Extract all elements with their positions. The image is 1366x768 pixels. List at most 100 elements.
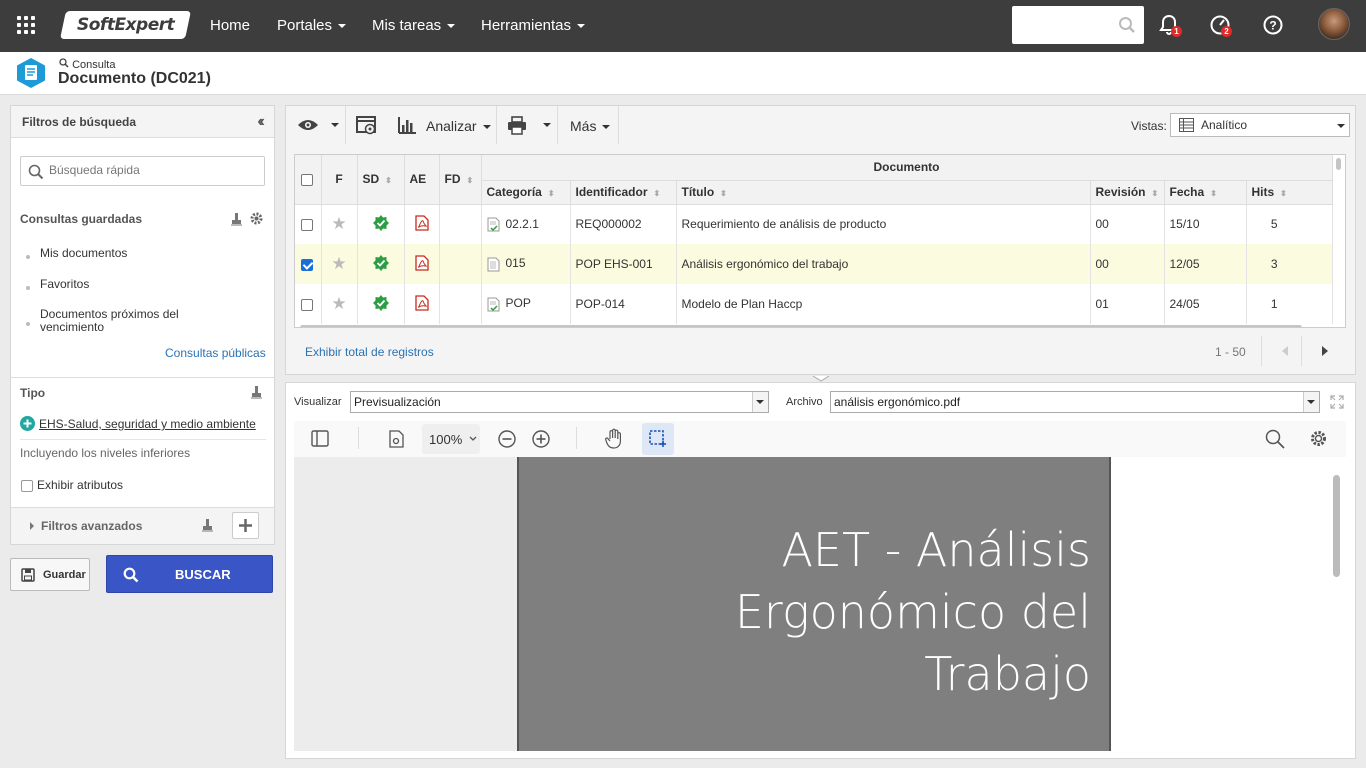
user-avatar[interactable] <box>1318 8 1350 40</box>
pdf-page-title: AET - Análisis Ergonómico del Trabajo <box>735 519 1091 705</box>
softexpert-logo[interactable]: SoftExpert <box>60 11 191 39</box>
selection-box-icon <box>649 430 666 447</box>
column-header-hits[interactable]: Hits ⬍ <box>1246 180 1333 205</box>
zoom-out-icon[interactable] <box>497 429 517 449</box>
star-icon[interactable]: ★ <box>331 294 346 313</box>
help-button[interactable]: ? <box>1262 14 1284 39</box>
sort-icon: ⬍ <box>1151 189 1159 198</box>
column-header-titulo[interactable]: Título ⬍ <box>676 180 1091 205</box>
printer-icon[interactable] <box>507 116 527 135</box>
save-button[interactable]: Guardar <box>10 558 90 591</box>
column-header-revision[interactable]: Revisión ⬍ <box>1090 180 1165 205</box>
column-header-identificador[interactable]: Identificador ⬍ <box>570 180 677 205</box>
settings-gear-icon[interactable] <box>1309 429 1328 448</box>
tasks-button[interactable]: 2 <box>1209 14 1232 39</box>
analyze-menu[interactable]: Analizar <box>426 118 491 134</box>
bar-chart-icon <box>398 117 416 134</box>
star-icon[interactable]: ★ <box>331 214 346 233</box>
table-row[interactable]: ★ 02.2.1 REQ000002 Requerimiento de anál… <box>295 204 1333 244</box>
pdf-viewer-canvas[interactable]: AET - Análisis Ergonómico del Trabajo <box>294 457 1346 751</box>
pdf-vertical-scrollbar[interactable] <box>1333 475 1340 577</box>
identifier-cell: POP-014 <box>570 284 677 324</box>
nav-mis-tareas[interactable]: Mis tareas <box>372 17 456 34</box>
revision-cell: 00 <box>1090 244 1165 284</box>
search-label: BUSCAR <box>175 567 231 582</box>
table-header-row: F SD ⬍ AE FD ⬍ Documento <box>295 155 1333 205</box>
row-select-cell <box>295 244 322 284</box>
verified-badge-icon <box>372 254 389 271</box>
toolbar-divider <box>496 106 497 144</box>
sort-icon: ⬍ <box>720 189 727 198</box>
quick-search-input[interactable] <box>20 156 265 186</box>
column-header-sd[interactable]: SD ⬍ <box>357 155 405 205</box>
select-all-checkbox[interactable] <box>301 174 313 187</box>
view-mode-select[interactable]: Previsualización <box>350 391 769 413</box>
more-menu[interactable]: Más <box>570 118 611 134</box>
show-total-records-link[interactable]: Exhibir total de registros <box>305 345 434 359</box>
next-page-button[interactable] <box>1301 336 1347 366</box>
identifier-cell: REQ000002 <box>570 204 677 244</box>
search-button[interactable]: BUSCAR <box>106 555 273 593</box>
file-select[interactable]: análisis ergonómico.pdf <box>830 391 1320 413</box>
row-checkbox[interactable] <box>301 219 313 232</box>
eye-icon[interactable] <box>297 118 319 132</box>
table-horizontal-scrollbar[interactable] <box>300 325 1302 327</box>
row-checkbox[interactable] <box>301 298 313 311</box>
preview-window-icon[interactable] <box>356 116 378 136</box>
pdf-file-icon[interactable] <box>414 294 429 311</box>
star-icon[interactable]: ★ <box>331 254 346 273</box>
add-filter-button[interactable] <box>232 512 259 539</box>
sidebar-toggle-icon[interactable] <box>311 430 329 447</box>
select-tool-button[interactable] <box>642 423 674 455</box>
hand-tool-icon[interactable] <box>605 428 623 449</box>
advanced-filters-row[interactable]: Filtros avanzados <box>11 508 274 544</box>
table-row[interactable]: ★ 015 POP EHS-001 Análisis ergonómico de… <box>295 244 1333 284</box>
column-header-f[interactable]: F <box>321 155 358 205</box>
more-label: Más <box>570 118 597 134</box>
saved-query-proximos-vencimiento[interactable]: Documentos próximos del vencimiento <box>40 308 210 334</box>
filters-title: Filtros de búsqueda <box>22 115 137 129</box>
file-label: Archivo <box>786 396 823 408</box>
chevron-down-icon[interactable] <box>543 123 551 127</box>
search-icon[interactable] <box>1118 16 1136 34</box>
analyze-label: Analizar <box>426 118 477 134</box>
pdf-file-icon[interactable] <box>414 254 429 271</box>
column-header-categoria[interactable]: Categoría ⬍ <box>481 180 571 205</box>
search-icon[interactable] <box>1265 429 1285 449</box>
global-search-input[interactable] <box>1012 6 1144 44</box>
zoom-in-icon[interactable] <box>531 429 551 449</box>
search-icon <box>28 164 44 180</box>
show-attributes-checkbox[interactable] <box>21 480 33 492</box>
clear-icon[interactable] <box>201 518 215 532</box>
row-checkbox[interactable] <box>301 258 313 271</box>
clear-icon[interactable] <box>250 385 264 399</box>
sort-icon: ⬍ <box>1280 189 1287 198</box>
tipo-value-link[interactable]: EHS-Salud, seguridad y medio ambiente <box>39 418 256 431</box>
pdf-file-icon[interactable] <box>414 215 429 231</box>
nav-home[interactable]: Home <box>210 17 250 34</box>
views-select[interactable]: Analítico <box>1170 113 1350 137</box>
table-row[interactable]: ★ POP POP-014 Modelo de Plan Haccp 01 24… <box>295 284 1333 324</box>
expand-icon[interactable] <box>1330 395 1344 409</box>
gear-icon[interactable] <box>249 211 264 226</box>
saved-query-mis-documentos[interactable]: Mis documentos <box>40 247 127 260</box>
zoom-select[interactable]: 100% <box>422 424 480 454</box>
column-header-fecha[interactable]: Fecha ⬍ <box>1164 180 1247 205</box>
revision-cell: 00 <box>1090 204 1165 244</box>
apps-grid-icon[interactable] <box>17 16 35 34</box>
saved-query-favoritos[interactable]: Favoritos <box>40 278 89 291</box>
chevron-down-icon[interactable] <box>331 123 339 127</box>
notifications-button[interactable]: 1 <box>1159 14 1182 39</box>
column-header-fd[interactable]: FD ⬍ <box>439 155 482 205</box>
add-circle-icon[interactable] <box>20 416 35 431</box>
nav-herramientas[interactable]: Herramientas <box>481 17 586 34</box>
sort-icon: ⬍ <box>1210 189 1217 198</box>
nav-portales[interactable]: Portales <box>277 17 347 34</box>
quick-search-field[interactable] <box>49 163 249 177</box>
clear-icon[interactable] <box>230 212 244 226</box>
collapse-panel-icon[interactable]: ‹‹ <box>257 113 264 131</box>
table-vertical-scrollbar[interactable] <box>1336 158 1341 170</box>
page-fit-icon[interactable] <box>389 430 404 448</box>
public-queries-link[interactable]: Consultas públicas <box>165 347 266 360</box>
column-header-ae[interactable]: AE <box>404 155 440 205</box>
